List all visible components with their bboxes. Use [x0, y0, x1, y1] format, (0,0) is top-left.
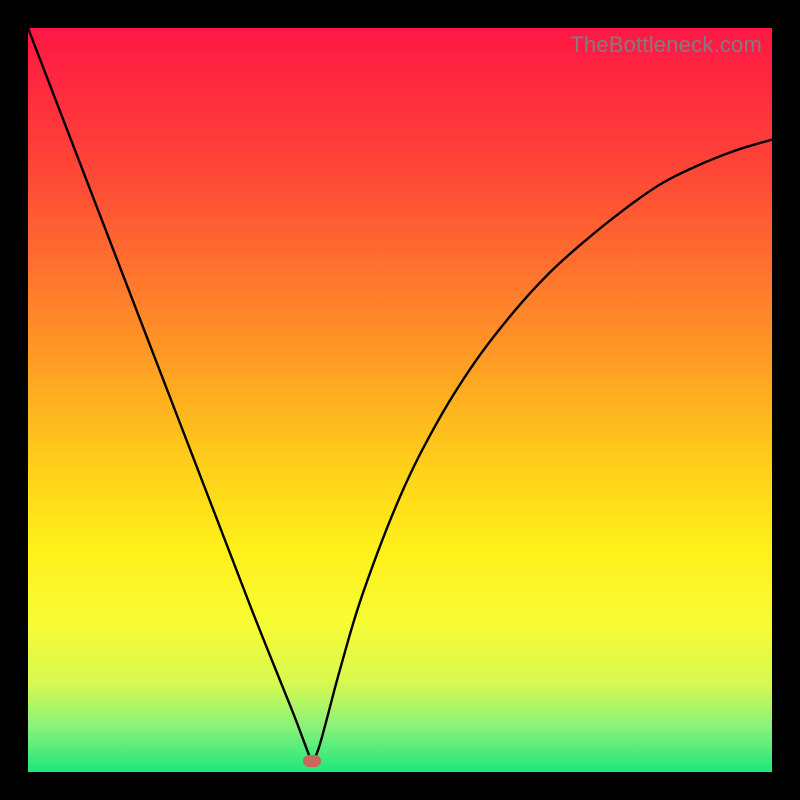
- bottleneck-curve: [28, 28, 772, 772]
- plot-area: TheBottleneck.com: [28, 28, 772, 772]
- attribution-label: TheBottleneck.com: [570, 32, 762, 58]
- optimal-point-marker: [303, 755, 321, 767]
- chart-frame: TheBottleneck.com: [0, 0, 800, 800]
